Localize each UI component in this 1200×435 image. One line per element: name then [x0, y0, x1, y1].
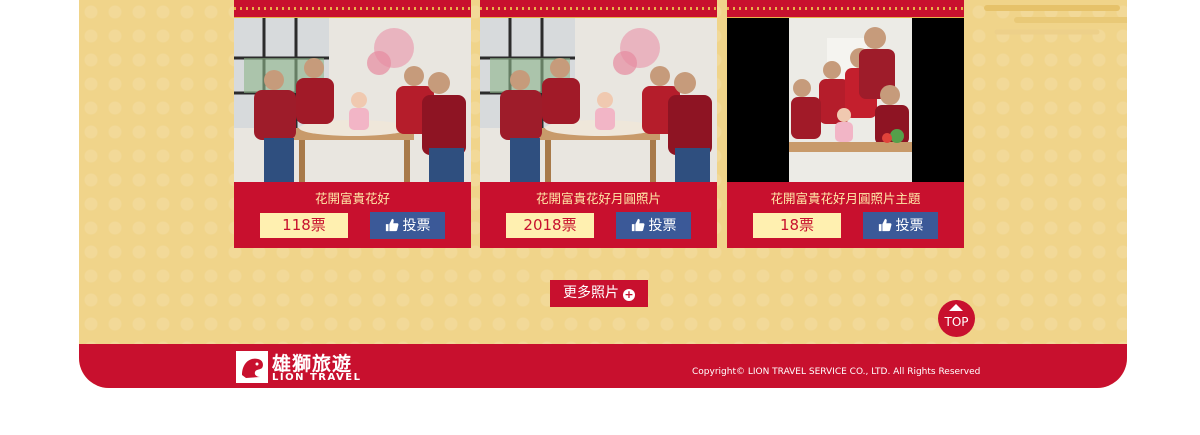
main-panel: 花開富貴花好 118票 投票 花開富貴花好月圓照片 2018票 投票 花開富貴花…	[79, 0, 1127, 388]
vote-button[interactable]: 投票	[616, 212, 691, 239]
family-dinner-photo[interactable]	[480, 18, 717, 182]
vote-count: 2018票	[506, 213, 594, 238]
family-portrait-photo[interactable]	[727, 18, 964, 182]
more-photos-label: 更多照片	[563, 285, 619, 301]
card-top-band	[234, 0, 471, 18]
thumbs-up-icon	[385, 218, 398, 232]
photo-card: 花開富貴花好 118票 投票	[234, 0, 471, 248]
vote-button-label: 投票	[648, 217, 677, 233]
arrow-up-icon	[949, 304, 963, 311]
vote-button-label: 投票	[402, 217, 431, 233]
back-to-top-button[interactable]: TOP	[938, 300, 975, 337]
photo-title: 花開富貴花好	[314, 191, 390, 206]
card-top-band	[727, 0, 964, 18]
photo-title: 花開富貴花好月圓照片主題	[770, 191, 921, 206]
photo-card: 花開富貴花好月圓照片主題 18票 投票	[727, 0, 964, 248]
back-to-top-label: TOP	[944, 315, 969, 329]
plus-circle-icon: +	[623, 288, 635, 301]
vote-button[interactable]: 投票	[370, 212, 445, 239]
vote-button-label: 投票	[895, 217, 924, 233]
logo-english-text: LION TRAVEL	[272, 372, 362, 383]
card-top-band	[480, 0, 717, 18]
photo-title: 花開富貴花好月圓照片	[535, 191, 661, 206]
vote-count: 18票	[753, 213, 841, 238]
thumbs-up-icon	[878, 218, 891, 232]
vote-count: 118票	[260, 213, 348, 238]
thumbs-up-icon	[631, 218, 644, 232]
lion-logo-icon	[236, 351, 268, 383]
more-photos-button[interactable]: 更多照片 +	[550, 280, 648, 307]
gold-cloud-ornament	[984, 5, 1127, 35]
photo-card: 花開富貴花好月圓照片 2018票 投票	[480, 0, 717, 248]
vote-button[interactable]: 投票	[863, 212, 938, 239]
copyright-text: Copyright© LION TRAVEL SERVICE CO., LTD.…	[692, 367, 981, 377]
footer: 雄獅旅遊 LION TRAVEL Copyright© LION TRAVEL …	[79, 344, 1127, 388]
family-dinner-photo[interactable]	[234, 18, 471, 182]
